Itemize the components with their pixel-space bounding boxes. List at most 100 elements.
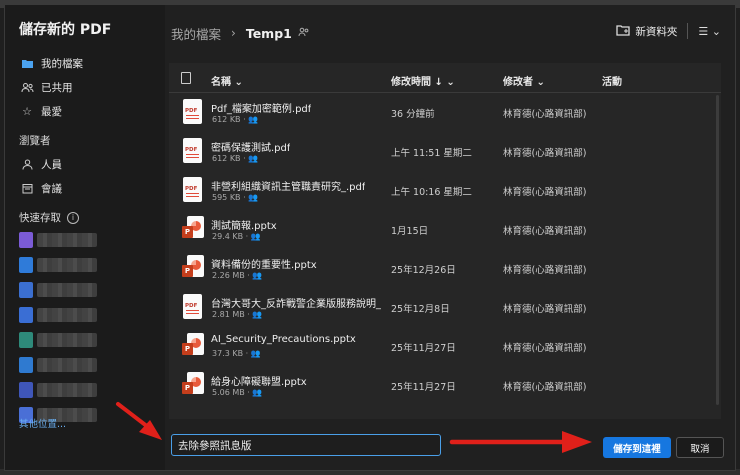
table-row[interactable]: PDF 台灣大哥大_反詐戰警企業版服務說明_... 2.81 MB · 👥 25年12… xyxy=(169,288,721,327)
table-row[interactable]: P 資料備份的重要性.pptx 2.26 MB · 👥 25年12月26日 林育德(心路… xyxy=(169,249,721,288)
sidebar-item-label: 最愛 xyxy=(41,105,62,118)
filename-input[interactable] xyxy=(171,434,441,456)
file-list: PDF Pdf_檔案加密範例.pdf 612 KB · 👥 36 分鐘前 林育德(心路資… xyxy=(169,93,721,405)
file-modified: 25年12月8日 xyxy=(391,304,450,315)
file-modified-by: 林育德(心路資訊部) xyxy=(503,304,587,315)
sidebar-item-favorites[interactable]: ☆ 最愛 xyxy=(17,99,153,123)
table-row[interactable]: PDF 非營利組織資訊主管職責研究_.pdf 595 KB · 👥 上午 10:16 … xyxy=(169,171,721,210)
quick-access-item[interactable] xyxy=(19,329,153,351)
file-modified: 25年11月27日 xyxy=(391,382,456,393)
quick-access-item[interactable] xyxy=(19,229,153,251)
new-folder-button[interactable]: 新資料夾 xyxy=(616,24,677,39)
file-name: 測試簡報.pptx xyxy=(211,221,277,232)
table-header: 名稱 ⌄ 修改時間 ↓ ⌄ 修改者 ⌄ 活動 xyxy=(169,63,721,93)
shared-icon: 👥 xyxy=(250,232,261,241)
sidebar-item-people[interactable]: 人員 xyxy=(17,152,153,176)
shared-icon: 👥 xyxy=(252,388,263,397)
redacted-label xyxy=(37,308,97,322)
file-modified: 上午 10:16 星期二 xyxy=(391,187,472,198)
sidebar-item-label: 人員 xyxy=(41,158,62,171)
column-modified-by[interactable]: 修改者 ⌄ xyxy=(503,73,545,88)
table-row[interactable]: PDF Pdf_檔案加密範例.pdf 612 KB · 👥 36 分鐘前 林育德(心路資… xyxy=(169,93,721,132)
sidebar-item-label: 我的檔案 xyxy=(41,57,83,70)
chevron-down-icon: ⌄ xyxy=(711,24,721,38)
save-pdf-dialog: 儲存新的 PDF 我的檔案 已共用 ☆ 最愛 瀏覽者 人員 會議 快速存取 i … xyxy=(4,4,736,471)
redacted-label xyxy=(37,233,97,247)
table-row[interactable]: PDF 密碼保護測試.pdf 612 KB · 👥 上午 11:51 星期二 林育德(心… xyxy=(169,132,721,171)
quick-access-color-icon xyxy=(19,257,33,273)
star-icon: ☆ xyxy=(22,104,32,118)
breadcrumb-root[interactable]: 我的檔案 xyxy=(171,24,221,43)
file-name: 非營利組織資訊主管職責研究_.pdf xyxy=(211,182,366,193)
shared-people-icon xyxy=(298,27,310,40)
info-icon[interactable]: i xyxy=(67,211,79,224)
sidebar-item-my-files[interactable]: 我的檔案 xyxy=(17,51,153,75)
sidebar-item-shared[interactable]: 已共用 xyxy=(17,75,153,99)
cancel-button[interactable]: 取消 xyxy=(676,437,724,458)
file-table: 名稱 ⌄ 修改時間 ↓ ⌄ 修改者 ⌄ 活動 PDF Pdf_檔案加密範例.pdf… xyxy=(169,63,721,419)
sidebar-item-label: 會議 xyxy=(41,182,62,195)
file-modified-by: 林育德(心路資訊部) xyxy=(503,343,587,354)
file-modified: 25年12月26日 xyxy=(391,265,456,276)
other-locations-link[interactable]: 其他位置... xyxy=(19,416,66,430)
redacted-label xyxy=(37,258,97,272)
people-icon xyxy=(19,82,35,93)
list-view-icon: ☰ xyxy=(698,24,709,38)
calendar-icon xyxy=(19,183,35,194)
file-size: 2.26 MB · 👥 xyxy=(212,271,263,280)
quick-access-color-icon xyxy=(19,382,33,398)
quick-access-color-icon xyxy=(19,332,33,348)
column-name[interactable]: 名稱 ⌄ xyxy=(211,73,243,88)
file-type-column-icon xyxy=(181,72,191,84)
file-size: 612 KB · 👥 xyxy=(212,154,259,163)
file-size: 612 KB · 👥 xyxy=(212,115,259,124)
file-size: 37.3 KB · 👥 xyxy=(212,349,261,358)
quick-access-item[interactable] xyxy=(19,379,153,401)
quick-access-color-icon xyxy=(19,307,33,323)
file-modified-by: 林育德(心路資訊部) xyxy=(503,187,587,198)
file-modified: 上午 11:51 星期二 xyxy=(391,148,472,159)
quick-access-color-icon xyxy=(19,282,33,298)
column-modified-label: 修改時間 ↓ xyxy=(391,77,443,88)
file-modified: 36 分鐘前 xyxy=(391,109,435,120)
file-modified-by: 林育德(心路資訊部) xyxy=(503,226,587,237)
dialog-title: 儲存新的 PDF xyxy=(19,22,112,38)
table-row[interactable]: P AI_Security_Precautions.pptx 37.3 KB · 👥… xyxy=(169,327,721,366)
quick-access-section: 快速存取 i xyxy=(19,210,153,225)
person-icon xyxy=(19,159,35,170)
file-modified-by: 林育德(心路資訊部) xyxy=(503,265,587,276)
view-options-button[interactable]: ☰ ⌄ xyxy=(698,25,721,38)
redacted-label xyxy=(37,333,97,347)
quick-access-item[interactable] xyxy=(19,304,153,326)
column-modified-by-label: 修改者 xyxy=(503,77,533,88)
sidebar: 儲存新的 PDF 我的檔案 已共用 ☆ 最愛 瀏覽者 人員 會議 快速存取 i … xyxy=(5,5,165,470)
redacted-label xyxy=(37,358,97,372)
pdf-file-icon: PDF xyxy=(183,294,202,319)
folder-icon xyxy=(19,58,35,69)
pptx-file-icon: P xyxy=(182,372,204,397)
header: 我的檔案 › Temp1 新資料夾 ☰ ⌄ xyxy=(165,5,735,61)
file-modified-by: 林育德(心路資訊部) xyxy=(503,148,587,159)
new-folder-icon xyxy=(616,24,631,39)
shared-icon: 👥 xyxy=(248,193,259,202)
redacted-label xyxy=(37,383,97,397)
new-folder-label: 新資料夾 xyxy=(635,25,678,38)
shared-icon: 👥 xyxy=(252,271,263,280)
column-activity[interactable]: 活動 xyxy=(602,73,622,88)
sidebar-item-meetings[interactable]: 會議 xyxy=(17,176,153,200)
file-size: 595 KB · 👥 xyxy=(212,193,259,202)
save-here-button[interactable]: 儲存到這裡 xyxy=(603,437,671,458)
shared-icon: 👥 xyxy=(248,115,259,124)
quick-access-item[interactable] xyxy=(19,254,153,276)
quick-access-item[interactable] xyxy=(19,354,153,376)
scrollbar[interactable] xyxy=(716,95,719,405)
table-row[interactable]: P 測試簡報.pptx 29.4 KB · 👥 1月15日 林育德(心路資訊部) xyxy=(169,210,721,249)
file-modified-by: 林育德(心路資訊部) xyxy=(503,109,587,120)
shared-icon: 👥 xyxy=(250,349,261,358)
quick-access-item[interactable] xyxy=(19,279,153,301)
file-name: 給身心障礙聯盟.pptx xyxy=(211,377,307,388)
column-modified[interactable]: 修改時間 ↓ ⌄ xyxy=(391,73,455,88)
file-size: 29.4 KB · 👥 xyxy=(212,232,261,241)
file-modified: 25年11月27日 xyxy=(391,343,456,354)
table-row[interactable]: P 給身心障礙聯盟.pptx 5.06 MB · 👥 25年11月27日 林育德(心路資… xyxy=(169,366,721,405)
